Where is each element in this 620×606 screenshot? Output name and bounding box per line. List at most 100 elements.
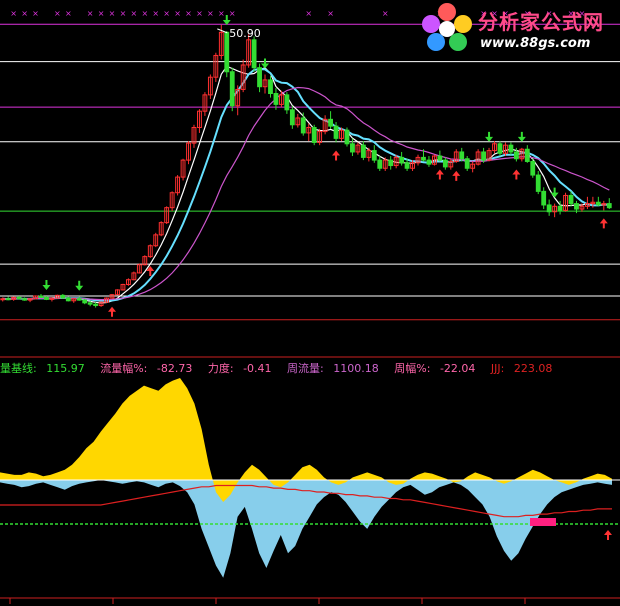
top-marker: × [120,9,127,18]
legend-item-flow-pct: 流量幅%: -82.73 [100,362,193,375]
buy-arrow-icon [512,169,521,180]
candle-body [535,174,541,192]
logo-url: www.88gs.com [480,36,591,51]
buy-arrow-icon [599,218,608,229]
candle-body [546,204,552,213]
peak-price-label: 50.90 [229,27,261,40]
candle-body [508,144,514,153]
candle-body [93,303,99,307]
candle-body [595,201,601,206]
candle-body [60,294,66,299]
ma10-line [2,68,610,302]
candle-body [0,298,6,301]
top-marker: × [131,9,138,18]
ma5-line [2,65,610,304]
top-marker: × [382,9,389,18]
candle-body [38,295,44,298]
candle-body [350,143,355,153]
top-marker: × [98,9,105,18]
candle-body [251,39,257,69]
buy-arrow-icon [435,169,444,180]
candle-body [284,94,290,111]
sell-arrow-icon [485,131,494,142]
candle-body [513,151,519,160]
flow-marker [530,518,556,526]
top-marker: × [152,9,159,18]
site-logo: 分析家公式网 www.88gs.com [418,0,620,58]
candle-body [360,144,366,158]
top-marker: × [54,9,61,18]
candle-body [268,79,273,95]
candle-body [399,156,405,164]
top-marker: × [207,9,214,18]
top-marker: × [174,9,181,18]
candle-body [65,297,71,302]
top-marker: × [87,9,94,18]
candle-body [541,190,547,206]
top-marker: × [32,9,39,18]
buy-arrow-icon [108,306,117,317]
candle-body [497,143,503,154]
legend-item-jjj: JJJ: 223.08 [490,362,553,375]
top-marker: × [10,9,17,18]
candle-body [464,158,470,169]
top-marker: × [218,9,225,18]
top-marker: × [141,9,148,18]
candle-body [557,205,563,211]
buy-arrow-icon [452,170,461,181]
candle-body [229,71,235,107]
sell-arrow-icon [42,280,51,291]
candle-body [530,160,536,176]
candle-body [388,159,394,167]
candle-body [300,117,306,134]
top-marker: × [327,9,334,18]
logo-text: 分析家公式网 [478,10,604,34]
candle-body [568,194,574,205]
candle-body [333,125,339,139]
candle-body [426,159,432,165]
stock-chart: ××××××××××××××××××××××××××××××50.90 [0,9,620,604]
candle-body [437,155,443,161]
candle-body [404,162,410,169]
candle-body [459,151,465,160]
top-marker: × [163,9,170,18]
candle-body [87,302,93,305]
candle-body [44,296,49,300]
flower-logo-icon [422,3,472,51]
buy-arrow-icon [604,530,612,540]
candle-body [5,298,11,301]
candle-body [328,118,334,127]
sell-arrow-icon [261,58,270,69]
candle-body [574,203,579,210]
candle-body [257,67,262,88]
buy-arrow-icon [332,150,341,161]
candle-body [22,298,28,301]
candle-body [82,299,88,304]
sell-arrow-icon [517,131,526,142]
candle-body [273,93,279,105]
legend-item-force: 力度: -0.41 [207,362,272,375]
top-marker: × [109,9,116,18]
candle-body [76,298,82,301]
top-marker: × [65,9,72,18]
legend-item-volume-baseline: 量基线: 115.97 [0,362,85,375]
candle-body [224,31,230,73]
sell-arrow-icon [550,187,559,198]
sell-arrow-icon [75,280,84,291]
top-marker: × [21,9,28,18]
candle-body [442,159,448,168]
candle-body [377,159,383,169]
candle-body [371,150,377,161]
candle-body [481,151,487,161]
top-marker: × [185,9,192,18]
candle-body [344,129,350,145]
flow-area-blue [0,480,612,578]
legend-item-week-flow: 周流量: 1100.18 [287,362,379,375]
indicator-legend: 量基线: 115.97 流量幅%: -82.73 力度: -0.41 周流量: … [0,360,564,376]
candle-body [606,203,612,209]
candle-body [311,126,317,143]
top-marker: × [196,9,203,18]
legend-item-week-pct: 周幅%: -22.04 [394,362,476,375]
candle-body [289,109,295,126]
candle-body [16,296,22,300]
